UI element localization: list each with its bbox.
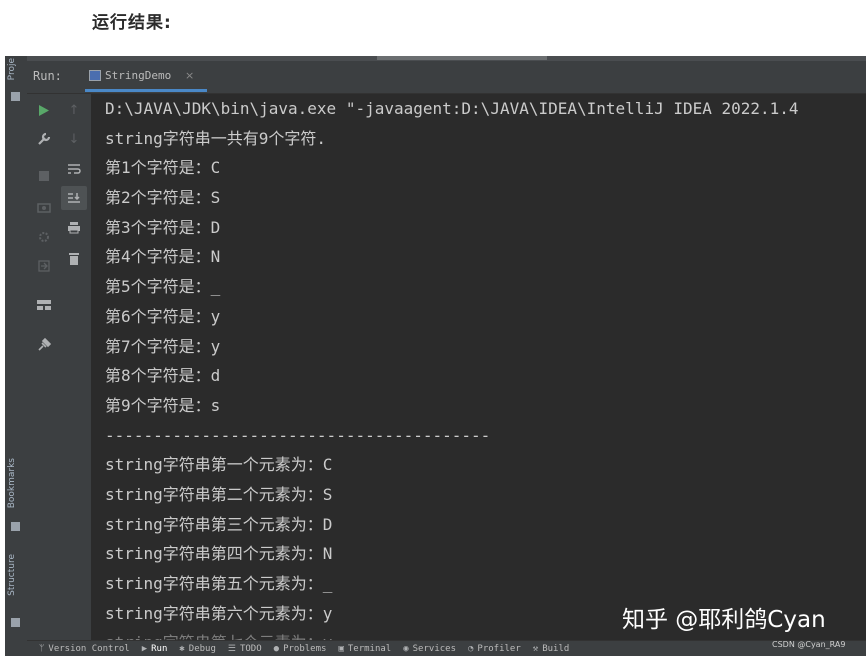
run-tool[interactable]: ▶ Run	[142, 644, 168, 654]
branch-icon: ᛘ	[39, 644, 45, 654]
camera-icon	[37, 203, 51, 213]
version-control-label: Version Control	[48, 644, 130, 654]
console-line: 第7个字符是：y	[105, 336, 221, 356]
project-tool-label[interactable]: Proje	[7, 58, 17, 80]
print-button[interactable]	[61, 216, 87, 240]
bug-icon: ✱	[179, 644, 185, 654]
console-line: 第9个字符是：s	[105, 395, 221, 415]
scroll-down-button[interactable]: ↓	[61, 127, 87, 151]
console-line: 第1个字符是：C	[105, 158, 221, 178]
stop-icon	[39, 171, 49, 181]
console-line: string字符串第五个元素为：_	[105, 574, 333, 593]
left-tool-strip: Proje Bookmarks Structure	[5, 56, 28, 656]
ide-window: Proje Bookmarks Structure Run: StringDem…	[5, 56, 866, 656]
modify-config-button[interactable]	[31, 127, 57, 151]
bookmark-icon	[11, 522, 20, 531]
scroll-up-button[interactable]: ↑	[61, 98, 87, 122]
bookmarks-tool-label[interactable]: Bookmarks	[7, 458, 17, 508]
layout-button[interactable]	[31, 293, 57, 317]
console-line: string字符串一共有9个字符.	[105, 128, 327, 148]
console-separator: ----------------------------------------	[105, 425, 491, 445]
console-line: string字符串第三个元素为：D	[105, 514, 333, 534]
version-control-tool[interactable]: ᛘ Version Control	[39, 644, 130, 654]
exit-button[interactable]	[31, 254, 57, 278]
problems-label: Problems	[283, 644, 327, 654]
console-line: 第5个字符是：_	[105, 277, 221, 297]
console-line: string字符串第二个元素为：S	[105, 484, 333, 504]
console-line: 第2个字符是：S	[105, 188, 221, 208]
info-icon: ●	[273, 644, 280, 654]
play-icon: ▶	[141, 644, 148, 654]
tab-stringdemo[interactable]: StringDemo ×	[85, 61, 207, 92]
services-tool[interactable]: ◉ Services	[403, 644, 456, 654]
structure-tool-label[interactable]: Structure	[7, 554, 17, 596]
run-toolbar: ↑ ↓	[27, 94, 91, 640]
pin-icon	[37, 337, 51, 351]
console-line: string字符串第一个元素为：C	[105, 455, 333, 475]
build-tool[interactable]: ⚒ Build	[533, 644, 570, 654]
terminal-icon: ▣	[338, 644, 344, 654]
run-tabbar: Run: StringDemo ×	[27, 61, 866, 94]
bottom-tool-bar: ᛘ Version Control ▶ Run ✱ Debug ☰ TODO ● Prob…	[27, 640, 866, 656]
arrow-down-icon: ↓	[68, 131, 80, 147]
project-icon	[11, 92, 20, 101]
structure-icon	[11, 618, 20, 627]
console-line: string字符串第四个元素为：N	[105, 544, 333, 564]
debug-label: Debug	[188, 644, 216, 654]
services-label: Services	[412, 644, 456, 654]
arrow-up-icon: ↑	[68, 102, 80, 118]
rerun-button[interactable]	[31, 98, 57, 122]
run-label: Run:	[33, 69, 62, 83]
list-icon: ☰	[227, 644, 236, 654]
console-tab-icon	[89, 70, 101, 81]
console-line: 第6个字符是：y	[105, 306, 221, 326]
services-icon: ◉	[403, 644, 409, 654]
scroll-to-end-button[interactable]	[61, 186, 87, 210]
profiler-label: Profiler	[477, 644, 521, 654]
horizontal-scroll-thumb[interactable]	[377, 56, 547, 60]
stop-button[interactable]	[31, 164, 57, 188]
terminal-tool[interactable]: ▣ Terminal	[338, 644, 391, 654]
console-line: 第3个字符是：D	[105, 217, 221, 237]
hammer-icon: ⚒	[532, 644, 539, 654]
todo-label: TODO	[239, 644, 262, 654]
problems-tool[interactable]: ● Problems	[274, 644, 327, 654]
close-icon[interactable]: ×	[185, 69, 194, 82]
todo-tool[interactable]: ☰ TODO	[228, 644, 262, 654]
printer-icon	[68, 222, 80, 234]
soft-wrap-button[interactable]	[61, 157, 87, 181]
console-line: 第4个字符是：N	[105, 247, 221, 267]
gear-icon	[39, 232, 49, 242]
pin-tab-button[interactable]	[31, 332, 57, 356]
soft-wrap-icon	[68, 164, 81, 174]
profiler-tool[interactable]: ◔ Profiler	[468, 644, 521, 654]
console-line: D:\JAVA\JDK\bin\java.exe "-javaagent:D:\…	[105, 99, 799, 118]
exit-icon	[38, 260, 50, 272]
csdn-watermark: CSDN @Cyan_RA9	[772, 640, 846, 649]
tab-label: StringDemo	[105, 69, 172, 82]
page-heading: 运行结果:	[92, 13, 172, 33]
clear-all-button[interactable]	[61, 246, 87, 270]
run-label: Run	[151, 644, 168, 654]
debug-tool[interactable]: ✱ Debug	[179, 644, 216, 654]
build-label: Build	[542, 644, 570, 654]
profiler-icon: ◔	[468, 644, 474, 654]
scroll-to-end-icon	[68, 193, 80, 203]
console-line: 第8个字符是：d	[105, 366, 221, 386]
zhihu-watermark: 知乎 @耶利鸽Cyan	[622, 607, 826, 633]
wrench-icon	[38, 132, 51, 145]
settings-button[interactable]	[31, 225, 57, 249]
layout-icon	[37, 300, 51, 310]
terminal-label: Terminal	[347, 644, 392, 654]
play-icon	[39, 104, 49, 116]
console-output[interactable]: D:\JAVA\JDK\bin\java.exe "-javaagent:D:\…	[105, 94, 865, 654]
trash-icon	[69, 252, 79, 265]
dump-threads-button[interactable]	[31, 195, 57, 219]
